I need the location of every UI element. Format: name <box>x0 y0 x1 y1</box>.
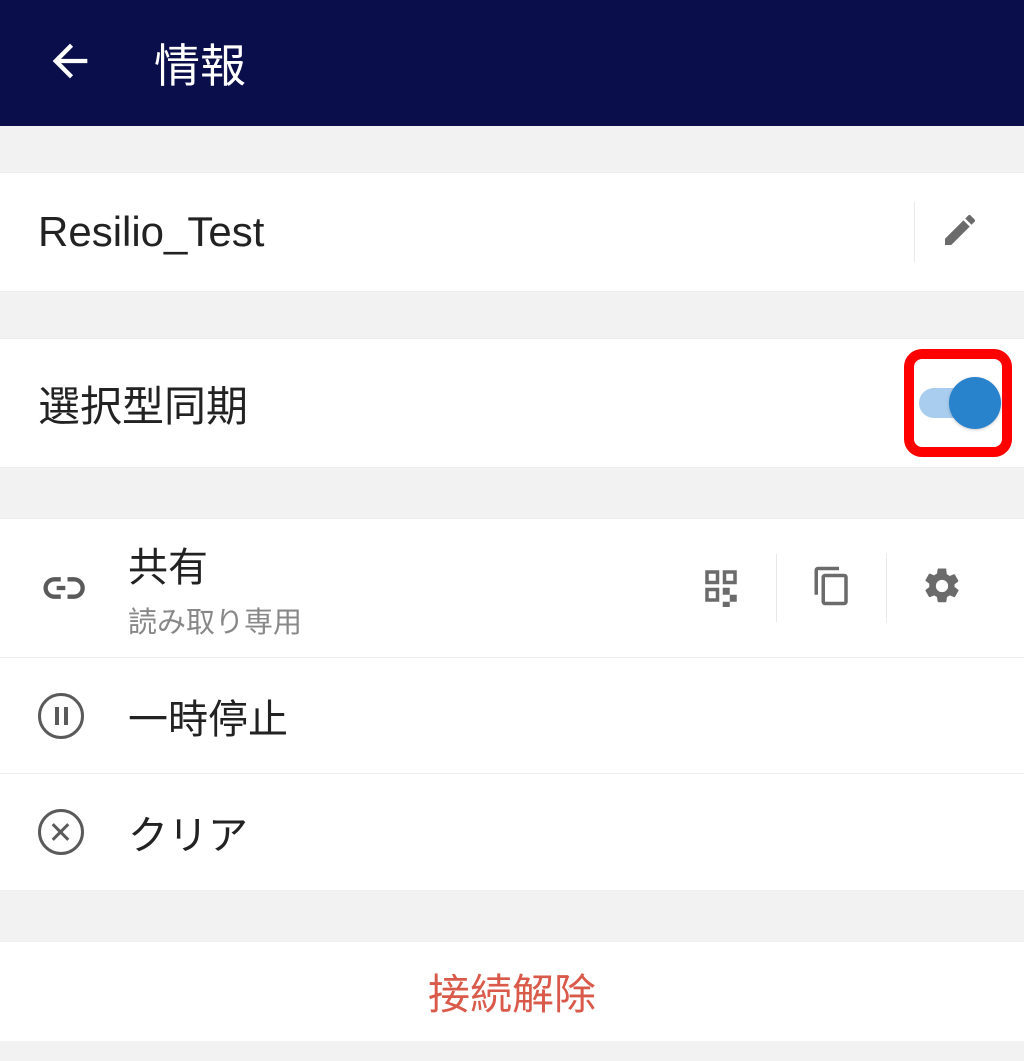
pause-title: 一時停止 <box>128 687 996 745</box>
highlight-annotation <box>904 349 1012 457</box>
share-title: 共有 <box>128 535 666 593</box>
page-title: 情報 <box>154 30 246 96</box>
share-text: 共有 読み取り専用 <box>128 535 666 641</box>
folder-name-label: Resilio_Test <box>38 208 914 256</box>
spacer <box>0 292 1024 338</box>
back-arrow-icon[interactable] <box>44 35 96 92</box>
disconnect-label: 接続解除 <box>428 961 596 1022</box>
share-subtitle: 読み取り専用 <box>128 599 666 641</box>
settings-button[interactable] <box>886 554 996 622</box>
edit-button[interactable] <box>914 202 984 262</box>
gear-icon <box>921 565 963 612</box>
clear-title: クリア <box>128 803 996 861</box>
selective-sync-row: 選択型同期 <box>0 338 1024 468</box>
toggle-thumb <box>949 377 1001 429</box>
close-icon <box>32 809 90 855</box>
pencil-icon <box>940 210 980 255</box>
selective-sync-label: 選択型同期 <box>38 373 248 434</box>
link-icon <box>32 562 90 614</box>
app-header: 情報 <box>0 0 1024 126</box>
disconnect-row[interactable]: 接続解除 <box>0 941 1024 1041</box>
pause-row[interactable]: 一時停止 <box>0 658 1024 774</box>
share-row[interactable]: 共有 読み取り専用 <box>0 519 1024 658</box>
folder-name-row: Resilio_Test <box>0 172 1024 292</box>
share-actions <box>666 554 996 622</box>
actions-section: 共有 読み取り専用 一時停止 <box>0 518 1024 891</box>
selective-sync-toggle[interactable] <box>919 388 997 418</box>
spacer <box>0 126 1024 172</box>
qr-icon <box>700 565 742 612</box>
copy-button[interactable] <box>776 554 886 622</box>
pause-icon <box>32 693 90 739</box>
spacer <box>0 468 1024 518</box>
spacer <box>0 891 1024 941</box>
clear-row[interactable]: クリア <box>0 774 1024 890</box>
qr-button[interactable] <box>666 554 776 622</box>
copy-icon <box>811 565 853 612</box>
spacer <box>0 1041 1024 1061</box>
